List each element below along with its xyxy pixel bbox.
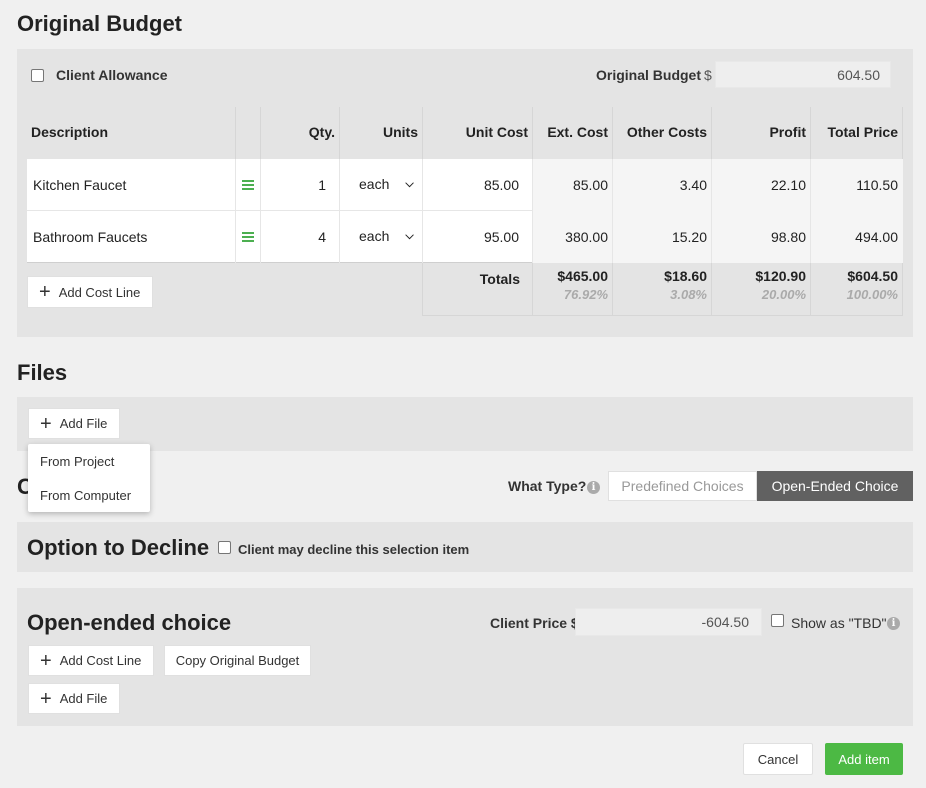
row1-ext-cost: 85.00 [572,177,608,193]
pct-total-price: 100.00% [846,286,898,302]
row2-total-price: 494.00 [855,229,898,245]
row1-other-costs: 3.40 [679,177,707,193]
plus-icon: + [40,649,52,672]
decline-title: Option to Decline [27,535,210,560]
drag-handle-icon[interactable] [242,232,254,242]
col-units: Units [383,124,418,140]
row1-total-price: 110.50 [856,177,898,193]
dropdown-from-project[interactable]: From Project [40,454,114,469]
row2-units-value: each [359,228,390,244]
plus-icon: + [39,281,51,303]
row2-units-select[interactable]: each ⌵ [359,228,414,244]
client-may-decline-checkbox[interactable] [218,541,231,554]
row1-profit: 22.10 [770,177,806,193]
pct-ext-cost: 76.92% [563,286,608,302]
col-total-price: Total Price [827,124,898,140]
add-file-button-2[interactable]: + Add File [28,683,120,714]
cancel-button[interactable]: Cancel [743,743,813,775]
predefined-choices-toggle[interactable]: Predefined Choices [608,471,757,501]
add-file-dropdown: From Project From Computer [28,444,150,512]
row2-ext-cost: 380.00 [565,229,608,245]
row2-qty[interactable]: 4 [261,227,326,247]
col-ext-cost: Ext. Cost [547,124,608,140]
currency-symbol: $ [704,67,712,83]
col-unit-cost: Unit Cost [465,124,528,140]
add-cost-line-button[interactable]: + Add Cost Line [27,276,153,308]
add-cost-line-button-2[interactable]: + Add Cost Line [28,645,154,676]
totals-label: Totals [479,271,520,287]
total-ext-cost: $465.00 [557,268,608,284]
row1-units-select[interactable]: each ⌵ [359,176,414,192]
show-tbd-label: Show as "TBD" [791,615,887,631]
row2-description[interactable]: Bathroom Faucets [33,227,147,247]
client-price-label: Client Price $ [490,615,579,631]
chevron-down-icon: ⌵ [405,177,414,190]
client-price-input[interactable]: -604.50 [575,608,762,636]
plus-icon: + [40,687,52,710]
row1-description[interactable]: Kitchen Faucet [33,175,126,195]
row1-qty[interactable]: 1 [261,175,326,195]
client-allowance-checkbox[interactable] [31,69,44,82]
col-profit: Profit [769,124,806,140]
row2-other-costs: 15.20 [671,229,707,245]
total-other-costs: $18.60 [664,268,707,284]
open-ended-choice-toggle[interactable]: Open-Ended Choice [757,471,913,501]
original-budget-input[interactable]: 604.50 [715,61,891,88]
row1-units-value: each [359,176,390,192]
row2-unit-cost[interactable]: 95.00 [423,227,519,247]
col-qty: Qty. [308,124,335,140]
files-panel [17,397,913,451]
info-icon[interactable]: i [887,617,900,630]
add-file-label-2: Add File [59,691,108,706]
row1-unit-cost[interactable]: 85.00 [423,175,519,195]
open-ended-title: Open-ended choice [27,610,232,635]
dropdown-from-computer[interactable]: From Computer [40,488,131,503]
add-item-button[interactable]: Add item [825,743,903,775]
add-file-button[interactable]: + Add File [28,408,120,439]
row2-profit: 98.80 [770,229,806,245]
plus-icon: + [40,412,52,435]
client-may-decline-label: Client may decline this selection item [238,542,470,557]
chevron-down-icon: ⌵ [405,229,414,242]
drag-handle-icon[interactable] [242,180,254,190]
add-cost-line-label: Add Cost Line [58,284,141,300]
col-description: Description [31,124,109,140]
show-tbd-checkbox[interactable] [771,614,784,627]
add-file-label: Add File [59,416,108,431]
copy-original-budget-button[interactable]: Copy Original Budget [164,645,311,676]
total-price: $604.50 [847,268,898,284]
col-other-costs: Other Costs [626,124,707,140]
files-title: Files [17,360,68,385]
info-icon[interactable]: i [587,481,600,494]
what-type-label: What Type? [508,478,587,494]
original-budget-label: Original Budget [596,67,701,83]
client-allowance-label: Client Allowance [56,67,168,83]
total-profit: $120.90 [755,268,806,284]
add-cost-line-label-2: Add Cost Line [59,653,142,668]
pct-profit: 20.00% [761,286,806,302]
original-budget-title: Original Budget [17,11,182,36]
pct-other-costs: 3.08% [670,286,707,302]
